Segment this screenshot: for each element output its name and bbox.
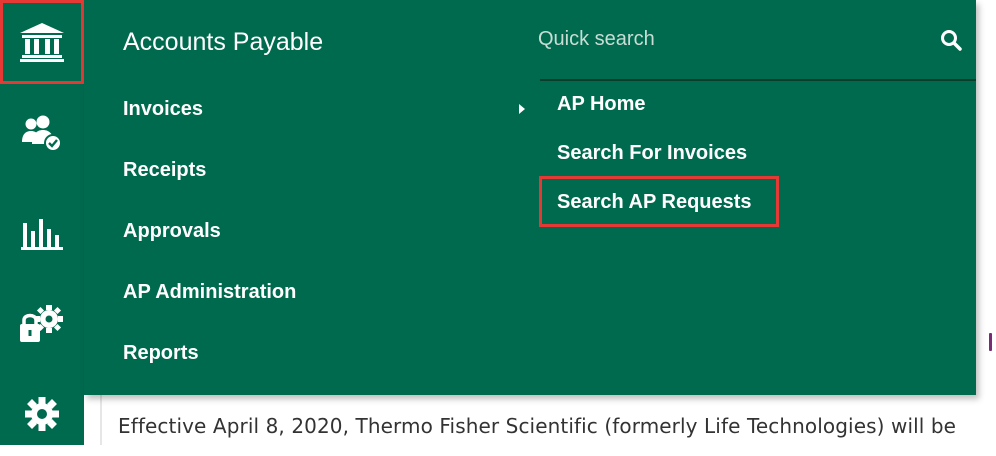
- rail-item-accounts-payable[interactable]: [0, 0, 84, 84]
- page-notice-text: Effective April 8, 2020, Thermo Fisher S…: [118, 414, 957, 438]
- quick-search-input[interactable]: [538, 22, 918, 56]
- nav-rail: [0, 0, 84, 445]
- flyout-title: Accounts Payable: [123, 28, 324, 56]
- search-button[interactable]: [934, 24, 968, 56]
- menu-item-invoices[interactable]: Invoices: [123, 98, 203, 121]
- rail-item-reports[interactable]: [0, 191, 84, 275]
- page-divider: [100, 395, 102, 445]
- menu-item-approvals[interactable]: Approvals: [123, 220, 221, 243]
- menu-item-reports[interactable]: Reports: [123, 342, 199, 365]
- submenu-highlight-box: [539, 176, 779, 227]
- search-underline: [540, 79, 976, 81]
- quick-search: [538, 10, 976, 70]
- page-text-fragment: [989, 333, 992, 351]
- bar-chart-icon: [21, 219, 63, 250]
- gear-icon: [25, 397, 59, 431]
- menu-item-ap-administration[interactable]: AP Administration: [123, 281, 296, 304]
- rail-item-settings[interactable]: [0, 372, 84, 456]
- bank-icon: [20, 23, 64, 62]
- accounts-payable-flyout: Accounts Payable Invoices Receipts Appro…: [84, 0, 976, 395]
- lock-gear-icon: [20, 305, 63, 342]
- rail-item-security[interactable]: [0, 282, 84, 366]
- submenu-item-search-for-invoices[interactable]: Search For Invoices: [557, 142, 747, 165]
- rail-item-users[interactable]: [0, 91, 84, 175]
- submenu-caret-icon: [519, 104, 525, 114]
- submenu-item-ap-home[interactable]: AP Home: [557, 93, 646, 116]
- users-check-icon: [22, 115, 62, 152]
- search-icon: [941, 30, 962, 51]
- menu-item-receipts[interactable]: Receipts: [123, 159, 206, 182]
